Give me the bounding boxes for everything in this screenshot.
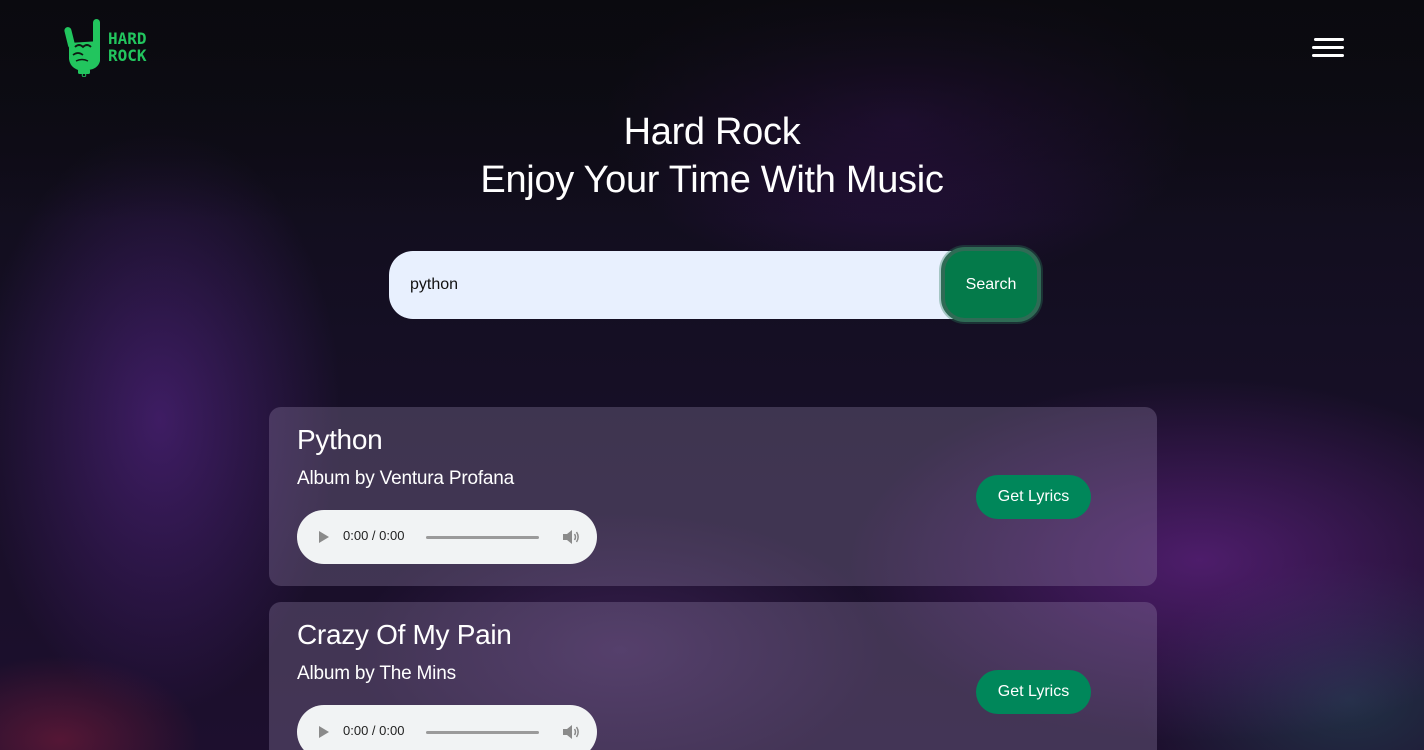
brand-logo[interactable]: HARD ROCK (64, 16, 156, 78)
play-icon[interactable] (319, 726, 329, 738)
logo-text-line2: ROCK (108, 46, 147, 65)
search-button[interactable]: Search (941, 247, 1041, 322)
audio-time: 0:00 / 0:00 (343, 528, 405, 543)
volume-icon[interactable] (562, 724, 580, 740)
song-card: Python Album by Ventura Profana 0:00 / 0… (269, 407, 1157, 586)
menu-line-top (1314, 38, 1344, 41)
song-card: Crazy Of My Pain Album by The Mins 0:00 … (269, 602, 1157, 750)
hero-section: Hard Rock Enjoy Your Time With Music (0, 108, 1424, 204)
rock-hand-icon (64, 19, 100, 77)
search-input[interactable] (389, 251, 939, 319)
menu-line-middle (1312, 46, 1344, 49)
menu-line-bottom (1312, 54, 1344, 57)
audio-player: 0:00 / 0:00 (297, 510, 597, 564)
song-title: Python (297, 424, 383, 455)
audio-progress-bar[interactable] (426, 731, 539, 734)
audio-player: 0:00 / 0:00 (297, 705, 597, 750)
navbar: HARD ROCK (0, 0, 1424, 96)
volume-icon[interactable] (562, 529, 580, 545)
song-title: Crazy Of My Pain (297, 619, 512, 650)
audio-time: 0:00 / 0:00 (343, 723, 405, 738)
hamburger-menu-icon[interactable] (1308, 34, 1348, 62)
logo-text: HARD ROCK (108, 30, 147, 64)
song-artist: Album by The Mins (297, 663, 456, 684)
song-artist: Album by Ventura Profana (297, 468, 515, 489)
hero-title: Hard Rock (623, 111, 801, 153)
get-lyrics-button[interactable]: Get Lyrics (976, 670, 1091, 714)
audio-progress-bar[interactable] (426, 536, 539, 539)
logo-text-line1: HARD (108, 29, 147, 48)
play-icon[interactable] (319, 531, 329, 543)
hero-subtitle: Enjoy Your Time With Music (480, 159, 944, 201)
get-lyrics-button[interactable]: Get Lyrics (976, 475, 1091, 519)
